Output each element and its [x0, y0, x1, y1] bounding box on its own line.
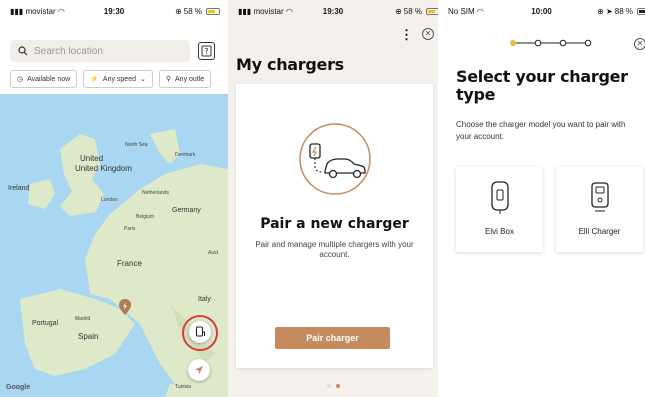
option-label: Elli Charger	[578, 227, 621, 236]
location-arrow-icon: ⊕	[395, 6, 402, 16]
battery-status: ⊕ 58 %	[395, 7, 438, 16]
pair-charger-card: Pair a new charger Pair and manage multi…	[236, 84, 433, 368]
wallbox-icon	[490, 181, 509, 214]
google-logo: Google	[6, 384, 31, 391]
label-tunisia: Tunisia	[175, 384, 191, 390]
option-label: Elvi Box	[485, 227, 514, 236]
page-dot-active	[335, 384, 340, 388]
page-title: Select your charger type	[456, 67, 628, 104]
label-italy: Italy	[198, 296, 211, 303]
label-north-sea: North Sea	[125, 142, 148, 148]
svg-text:?: ?	[204, 47, 208, 56]
search-icon	[18, 46, 28, 56]
step-progress	[510, 39, 592, 47]
battery-icon	[206, 7, 220, 15]
label-portugal: Portugal	[32, 320, 59, 327]
map-view[interactable]: North Sea United United Kingdom Ireland …	[0, 94, 228, 397]
label-austria: Aust	[208, 250, 219, 256]
filter-available-now[interactable]: ◷ Available now	[10, 70, 78, 88]
speed-icon: ⚡	[90, 76, 99, 83]
charger-option-elli-charger[interactable]: Elli Charger	[556, 167, 643, 252]
charger-unit-icon	[590, 182, 609, 212]
label-denmark: Denmark	[175, 152, 196, 158]
filter-chips: ◷ Available now ⚡ Any speed ⌄ ⚲ Any outle	[10, 70, 228, 88]
battery-status: ⊕ ➤ 88 %	[597, 7, 645, 16]
label-london: London	[101, 197, 118, 203]
page-title: My chargers	[236, 55, 344, 74]
location-arrow-icon: ⊕	[175, 6, 182, 16]
status-bar: ▮▮▮ movistar ◠ 19:30 ⊕ 58 %	[0, 0, 228, 22]
battery-icon	[426, 7, 438, 15]
label-madrid: Madrid	[75, 316, 91, 322]
select-charger-type-screen: No SIM ◠ 10:00 ⊕ ➤ 88 % ✕ Select your cha…	[438, 0, 645, 397]
card-heading: Pair a new charger	[260, 216, 409, 232]
label-spain: Spain	[78, 332, 99, 341]
page-indicator	[228, 384, 438, 388]
battery-status: ⊕ 58 %	[175, 7, 220, 16]
page-dot	[326, 384, 331, 388]
map-land	[20, 129, 228, 397]
my-chargers-screen: ▮▮▮ movistar ◠ 19:30 ⊕ 58 % ⋮ ✕ My charge…	[228, 0, 438, 397]
chevron-down-icon: ⌄	[140, 76, 146, 83]
label-uk-line1: United	[80, 154, 104, 163]
label-netherlands: Netherlands	[142, 190, 169, 196]
status-bar: No SIM ◠ 10:00 ⊕ ➤ 88 %	[438, 0, 645, 22]
label-germany: Germany	[172, 207, 201, 214]
card-description: Pair and manage multiple chargers with y…	[255, 240, 414, 259]
page-description: Choose the charger model you want to pai…	[456, 120, 626, 141]
label-paris: Paris	[124, 226, 136, 232]
more-menu-icon[interactable]: ⋮	[400, 27, 413, 43]
charger-car-illustration-icon	[299, 123, 371, 195]
battery-icon	[637, 7, 645, 15]
locate-me-button[interactable]	[188, 359, 210, 381]
navigation-arrow-icon	[195, 366, 203, 374]
pair-charger-button[interactable]: Pair charger	[275, 327, 390, 349]
label-france: France	[117, 259, 142, 268]
status-bar: ▮▮▮ movistar ◠ 19:30 ⊕ 58 %	[228, 0, 438, 22]
charger-option-elvi-box[interactable]: Elvi Box	[456, 167, 543, 252]
label-ireland: Ireland	[8, 185, 30, 192]
highlight-ring	[182, 315, 218, 351]
charger-help-button[interactable]: ?	[198, 42, 215, 60]
search-placeholder: Search location	[34, 45, 103, 57]
search-input[interactable]: Search location	[10, 40, 190, 62]
close-icon[interactable]: ✕	[422, 28, 434, 40]
plug-icon: ⚲	[165, 76, 172, 83]
clock-icon: ◷	[17, 76, 24, 83]
label-uk: United Kingdom	[75, 164, 132, 173]
filter-any-speed[interactable]: ⚡ Any speed ⌄	[83, 70, 153, 88]
charger-pin-icon[interactable]	[119, 299, 131, 315]
label-belgium: Belgium	[136, 214, 155, 220]
filter-any-outlet[interactable]: ⚲ Any outle	[158, 70, 212, 88]
map-screen: ▮▮▮ movistar ◠ 19:30 ⊕ 58 % Search locati…	[0, 0, 228, 397]
charger-question-icon: ?	[201, 45, 212, 57]
close-icon[interactable]: ✕	[634, 38, 645, 50]
location-arrow-icon: ⊕ ➤	[597, 6, 613, 16]
